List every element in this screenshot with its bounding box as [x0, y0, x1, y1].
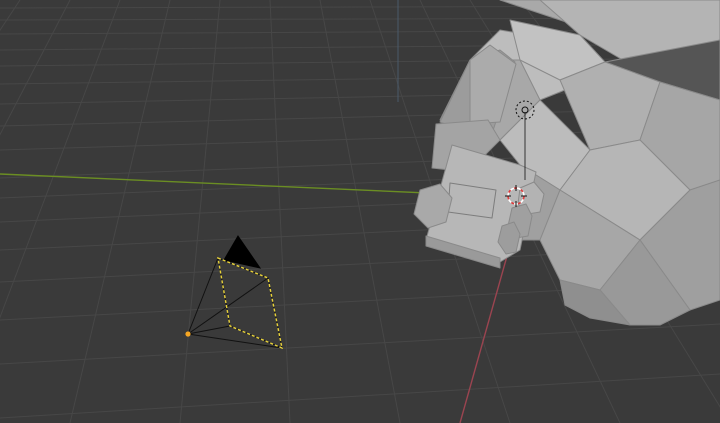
- 3d-viewport[interactable]: [0, 0, 720, 423]
- camera-origin-point: [185, 331, 191, 337]
- viewport-canvas[interactable]: [0, 0, 720, 423]
